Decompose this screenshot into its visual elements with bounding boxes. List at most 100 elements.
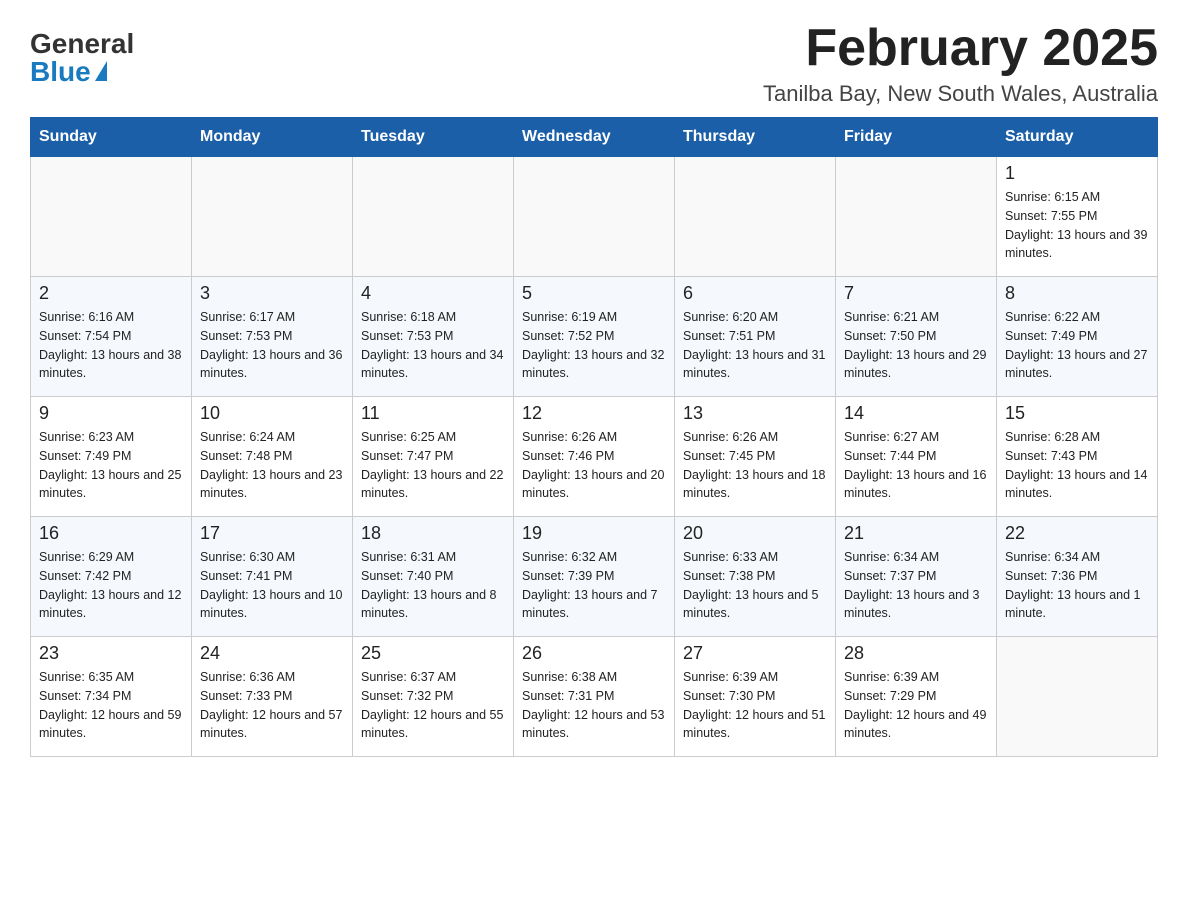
day-info: Sunrise: 6:39 AMSunset: 7:29 PMDaylight:… — [844, 668, 988, 743]
calendar-week-row: 16Sunrise: 6:29 AMSunset: 7:42 PMDayligh… — [31, 517, 1158, 637]
day-info: Sunrise: 6:19 AMSunset: 7:52 PMDaylight:… — [522, 308, 666, 383]
day-number: 8 — [1005, 283, 1149, 304]
calendar-cell: 15 Sunrise: 6:28 AMSunset: 7:43 PMDayligh… — [997, 397, 1158, 517]
page-subtitle: Tanilba Bay, New South Wales, Australia — [763, 81, 1158, 107]
day-info: Sunrise: 6:35 AMSunset: 7:34 PMDaylight:… — [39, 668, 183, 743]
day-info: Sunrise: 6:24 AMSunset: 7:48 PMDaylight:… — [200, 428, 344, 503]
calendar-cell: 1 Sunrise: 6:15 AMSunset: 7:55 PMDaylight… — [997, 157, 1158, 277]
day-number: 27 — [683, 643, 827, 664]
day-info: Sunrise: 6:32 AMSunset: 7:39 PMDaylight:… — [522, 548, 666, 623]
day-info: Sunrise: 6:36 AMSunset: 7:33 PMDaylight:… — [200, 668, 344, 743]
day-number: 28 — [844, 643, 988, 664]
calendar-cell — [31, 157, 192, 277]
calendar-cell: 19 Sunrise: 6:32 AMSunset: 7:39 PMDayligh… — [514, 517, 675, 637]
day-info: Sunrise: 6:27 AMSunset: 7:44 PMDaylight:… — [844, 428, 988, 503]
day-number: 13 — [683, 403, 827, 424]
day-number: 23 — [39, 643, 183, 664]
calendar-cell: 11 Sunrise: 6:25 AMSunset: 7:47 PMDayligh… — [353, 397, 514, 517]
day-number: 7 — [844, 283, 988, 304]
calendar-cell: 14Sunrise: 6:27 AMSunset: 7:44 PMDayligh… — [836, 397, 997, 517]
calendar-cell: 2Sunrise: 6:16 AMSunset: 7:54 PMDaylight… — [31, 277, 192, 397]
day-number: 1 — [1005, 163, 1149, 184]
day-info: Sunrise: 6:21 AMSunset: 7:50 PMDaylight:… — [844, 308, 988, 383]
calendar-cell — [997, 637, 1158, 757]
day-number: 16 — [39, 523, 183, 544]
day-number: 11 — [361, 403, 505, 424]
day-header-friday: Friday — [836, 118, 997, 157]
day-info: Sunrise: 6:37 AMSunset: 7:32 PMDaylight:… — [361, 668, 505, 743]
logo-triangle-icon — [95, 61, 107, 81]
calendar-cell: 26 Sunrise: 6:38 AMSunset: 7:31 PMDayligh… — [514, 637, 675, 757]
day-info: Sunrise: 6:23 AMSunset: 7:49 PMDaylight:… — [39, 428, 183, 503]
day-number: 24 — [200, 643, 344, 664]
day-info: Sunrise: 6:26 AMSunset: 7:46 PMDaylight:… — [522, 428, 666, 503]
calendar-cell: 28 Sunrise: 6:39 AMSunset: 7:29 PMDayligh… — [836, 637, 997, 757]
day-number: 9 — [39, 403, 183, 424]
day-info: Sunrise: 6:17 AMSunset: 7:53 PMDaylight:… — [200, 308, 344, 383]
calendar-cell: 5 Sunrise: 6:19 AMSunset: 7:52 PMDaylight… — [514, 277, 675, 397]
calendar-week-row: 2Sunrise: 6:16 AMSunset: 7:54 PMDaylight… — [31, 277, 1158, 397]
calendar-cell: 27 Sunrise: 6:39 AMSunset: 7:30 PMDayligh… — [675, 637, 836, 757]
calendar-cell: 25 Sunrise: 6:37 AMSunset: 7:32 PMDayligh… — [353, 637, 514, 757]
day-number: 26 — [522, 643, 666, 664]
day-header-monday: Monday — [192, 118, 353, 157]
calendar-cell: 4 Sunrise: 6:18 AMSunset: 7:53 PMDaylight… — [353, 277, 514, 397]
day-number: 6 — [683, 283, 827, 304]
calendar-cell — [514, 157, 675, 277]
day-number: 4 — [361, 283, 505, 304]
logo: General Blue — [30, 20, 134, 86]
calendar-week-row: 23 Sunrise: 6:35 AMSunset: 7:34 PMDayligh… — [31, 637, 1158, 757]
calendar-cell: 7 Sunrise: 6:21 AMSunset: 7:50 PMDaylight… — [836, 277, 997, 397]
day-info: Sunrise: 6:30 AMSunset: 7:41 PMDaylight:… — [200, 548, 344, 623]
day-info: Sunrise: 6:26 AMSunset: 7:45 PMDaylight:… — [683, 428, 827, 503]
day-number: 2 — [39, 283, 183, 304]
header: General Blue February 2025 Tanilba Bay, … — [30, 20, 1158, 107]
day-number: 17 — [200, 523, 344, 544]
day-info: Sunrise: 6:22 AMSunset: 7:49 PMDaylight:… — [1005, 308, 1149, 383]
calendar-cell: 9 Sunrise: 6:23 AMSunset: 7:49 PMDaylight… — [31, 397, 192, 517]
day-info: Sunrise: 6:18 AMSunset: 7:53 PMDaylight:… — [361, 308, 505, 383]
page-title: February 2025 — [763, 20, 1158, 77]
calendar-cell: 10 Sunrise: 6:24 AMSunset: 7:48 PMDayligh… — [192, 397, 353, 517]
day-number: 20 — [683, 523, 827, 544]
day-info: Sunrise: 6:25 AMSunset: 7:47 PMDaylight:… — [361, 428, 505, 503]
calendar-cell: 21 Sunrise: 6:34 AMSunset: 7:37 PMDayligh… — [836, 517, 997, 637]
calendar-cell: 3 Sunrise: 6:17 AMSunset: 7:53 PMDaylight… — [192, 277, 353, 397]
calendar-cell — [353, 157, 514, 277]
day-number: 12 — [522, 403, 666, 424]
day-header-wednesday: Wednesday — [514, 118, 675, 157]
calendar-week-row: 1 Sunrise: 6:15 AMSunset: 7:55 PMDaylight… — [31, 157, 1158, 277]
day-number: 19 — [522, 523, 666, 544]
day-info: Sunrise: 6:15 AMSunset: 7:55 PMDaylight:… — [1005, 188, 1149, 263]
calendar-cell — [836, 157, 997, 277]
calendar-cell: 20 Sunrise: 6:33 AMSunset: 7:38 PMDayligh… — [675, 517, 836, 637]
day-info: Sunrise: 6:34 AMSunset: 7:36 PMDaylight:… — [1005, 548, 1149, 623]
day-header-tuesday: Tuesday — [353, 118, 514, 157]
calendar-cell: 16Sunrise: 6:29 AMSunset: 7:42 PMDayligh… — [31, 517, 192, 637]
day-number: 10 — [200, 403, 344, 424]
day-header-saturday: Saturday — [997, 118, 1158, 157]
day-number: 25 — [361, 643, 505, 664]
logo-blue-text: Blue — [30, 58, 107, 86]
day-number: 15 — [1005, 403, 1149, 424]
calendar-cell — [192, 157, 353, 277]
day-info: Sunrise: 6:20 AMSunset: 7:51 PMDaylight:… — [683, 308, 827, 383]
calendar-cell: 8 Sunrise: 6:22 AMSunset: 7:49 PMDaylight… — [997, 277, 1158, 397]
day-info: Sunrise: 6:33 AMSunset: 7:38 PMDaylight:… — [683, 548, 827, 623]
day-info: Sunrise: 6:39 AMSunset: 7:30 PMDaylight:… — [683, 668, 827, 743]
day-info: Sunrise: 6:28 AMSunset: 7:43 PMDaylight:… — [1005, 428, 1149, 503]
calendar-cell: 6 Sunrise: 6:20 AMSunset: 7:51 PMDaylight… — [675, 277, 836, 397]
calendar-week-row: 9 Sunrise: 6:23 AMSunset: 7:49 PMDaylight… — [31, 397, 1158, 517]
calendar-cell — [675, 157, 836, 277]
day-info: Sunrise: 6:38 AMSunset: 7:31 PMDaylight:… — [522, 668, 666, 743]
calendar-header-row: SundayMondayTuesdayWednesdayThursdayFrid… — [31, 118, 1158, 157]
day-number: 3 — [200, 283, 344, 304]
calendar-cell: 24 Sunrise: 6:36 AMSunset: 7:33 PMDayligh… — [192, 637, 353, 757]
calendar-cell: 22Sunrise: 6:34 AMSunset: 7:36 PMDayligh… — [997, 517, 1158, 637]
day-header-sunday: Sunday — [31, 118, 192, 157]
calendar-cell: 13 Sunrise: 6:26 AMSunset: 7:45 PMDayligh… — [675, 397, 836, 517]
day-number: 21 — [844, 523, 988, 544]
day-info: Sunrise: 6:34 AMSunset: 7:37 PMDaylight:… — [844, 548, 988, 623]
calendar-table: SundayMondayTuesdayWednesdayThursdayFrid… — [30, 117, 1158, 757]
day-number: 5 — [522, 283, 666, 304]
